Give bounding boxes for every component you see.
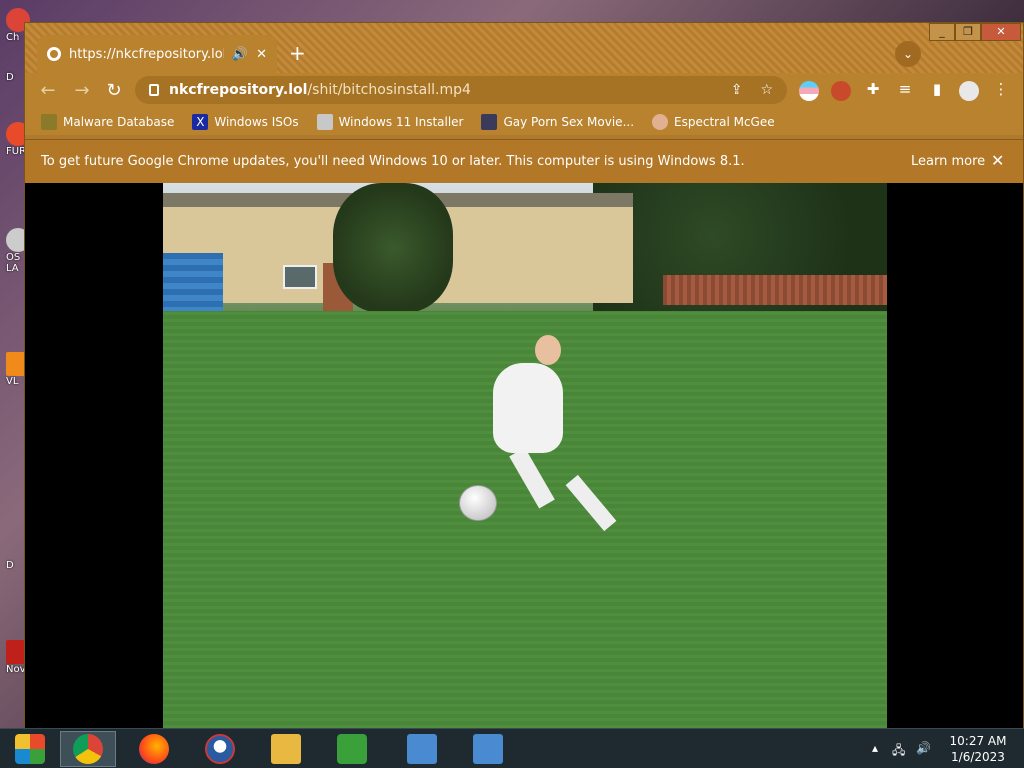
omnibox-actions: ⇪ ☆ xyxy=(731,82,773,98)
remote-desktop-taskbar-button-1[interactable] xyxy=(394,731,450,767)
video-player[interactable] xyxy=(163,183,887,728)
monitor-icon xyxy=(473,734,503,764)
bookmark-windows-11-installer[interactable]: Windows 11 Installer xyxy=(316,114,464,130)
soccer-ball xyxy=(459,485,497,521)
firefox-icon xyxy=(139,734,169,764)
monitor-icon xyxy=(407,734,437,764)
browser-tab[interactable]: https://nkcfrepository.lol/sh 🔊 ✕ xyxy=(37,35,277,73)
bookmark-espectral-mcgee[interactable]: Espectral McGee xyxy=(652,114,775,130)
badge-icon xyxy=(481,114,498,130)
menu-kebab-icon[interactable]: ⋮ xyxy=(991,80,1011,98)
obama-logo-icon xyxy=(205,734,235,764)
page-viewport xyxy=(25,183,1023,728)
profile-avatar-icon[interactable] xyxy=(959,81,979,101)
file-explorer-taskbar-button[interactable] xyxy=(258,731,314,767)
back-button[interactable]: ← xyxy=(37,80,59,101)
side-panel-icon[interactable]: ▮ xyxy=(927,80,947,98)
remote-desktop-taskbar-button-2[interactable] xyxy=(460,731,516,767)
url-host: nkcfrepository.lol xyxy=(169,82,308,98)
address-bar[interactable]: nkcfrepository.lol/shit/bitchosinstall.m… xyxy=(135,76,787,104)
avatar-icon xyxy=(652,114,669,130)
browser-window: https://nkcfrepository.lol/sh 🔊 ✕ + ⌄ _ … xyxy=(24,22,1024,728)
globe-icon xyxy=(47,47,61,61)
chrome-icon xyxy=(73,734,103,764)
toolbar: ← → ↻ nkcfrepository.lol/shit/bitchosins… xyxy=(25,73,1023,109)
bookmark-label: Windows 11 Installer xyxy=(338,115,464,129)
start-button[interactable] xyxy=(2,731,58,767)
infobar-close-icon[interactable]: ✕ xyxy=(991,151,1004,170)
bookmark-label: Windows ISOs xyxy=(214,115,299,129)
desktop-label: LA xyxy=(6,263,19,274)
url-path: /shit/bitchosinstall.mp4 xyxy=(307,82,471,98)
update-infobar: To get future Google Chrome updates, you… xyxy=(25,139,1023,183)
network-taskbar-button[interactable] xyxy=(324,731,380,767)
minimize-button[interactable]: _ xyxy=(929,23,955,41)
tray-expand-icon[interactable]: ▴ xyxy=(872,741,878,755)
desktop-label: Nov xyxy=(6,664,26,675)
malware-icon xyxy=(41,114,57,130)
clock-date: 1/6/2023 xyxy=(951,750,1005,764)
speaker-icon[interactable]: 🔊 xyxy=(232,47,248,62)
bookmarks-bar: Malware Database X Windows ISOs Windows … xyxy=(25,109,1023,135)
installer-icon xyxy=(316,114,333,130)
clock-time: 10:27 AM xyxy=(949,734,1007,748)
tree xyxy=(333,183,453,313)
windows-logo-icon xyxy=(15,734,45,764)
close-window-button[interactable]: ✕ xyxy=(981,23,1021,41)
building-window xyxy=(283,265,317,289)
reload-button[interactable]: ↻ xyxy=(103,80,125,101)
maximize-button[interactable]: ❐ xyxy=(955,23,981,41)
trans-flag-extension-icon[interactable] xyxy=(799,81,819,101)
obama-logo-taskbar-button[interactable] xyxy=(192,731,248,767)
tab-title: https://nkcfrepository.lol/sh xyxy=(69,46,224,62)
puzzle-icon[interactable]: ✚ xyxy=(863,80,883,98)
bookmark-windows-isos[interactable]: X Windows ISOs xyxy=(192,114,299,130)
media-icon[interactable]: ≡ xyxy=(895,80,915,98)
network-tray-icon[interactable]: 🖧 xyxy=(892,741,905,762)
tab-search-button[interactable]: ⌄ xyxy=(895,41,921,67)
player-head xyxy=(535,335,561,365)
fence xyxy=(663,275,887,305)
network-icon xyxy=(337,734,367,764)
lock-icon xyxy=(149,84,159,96)
desktop-label: Ch xyxy=(6,32,20,43)
taskbar: ▴ 🖧 🔊 10:27 AM 1/6/2023 xyxy=(0,728,1024,768)
folder-icon xyxy=(271,734,301,764)
bookmark-malware-database[interactable]: Malware Database xyxy=(41,114,174,130)
desktop-label: OS xyxy=(6,252,21,263)
bookmark-label: Espectral McGee xyxy=(674,115,775,129)
bookmark-label: Gay Porn Sex Movie... xyxy=(503,115,635,129)
profile-extension-icon[interactable] xyxy=(831,81,851,101)
bookmark-movie[interactable]: Gay Porn Sex Movie... xyxy=(481,114,634,130)
bookmark-label: Malware Database xyxy=(63,115,175,129)
bookmark-star-icon[interactable]: ☆ xyxy=(760,82,773,98)
x-icon: X xyxy=(192,114,209,130)
share-icon[interactable]: ⇪ xyxy=(731,82,743,98)
new-tab-button[interactable]: + xyxy=(289,41,306,65)
volume-tray-icon[interactable]: 🔊 xyxy=(916,741,931,755)
player-body xyxy=(493,363,563,453)
url-text[interactable]: nkcfrepository.lol/shit/bitchosinstall.m… xyxy=(169,82,471,98)
infobar-message: To get future Google Chrome updates, you… xyxy=(41,154,745,169)
firefox-taskbar-button[interactable] xyxy=(126,731,182,767)
system-clock[interactable]: 10:27 AM 1/6/2023 xyxy=(940,733,1016,765)
chrome-taskbar-button[interactable] xyxy=(60,731,116,767)
learn-more-link[interactable]: Learn more xyxy=(911,154,985,169)
desktop-label: VL xyxy=(6,376,19,387)
forward-button[interactable]: → xyxy=(71,80,93,101)
close-tab-icon[interactable]: ✕ xyxy=(256,47,267,62)
